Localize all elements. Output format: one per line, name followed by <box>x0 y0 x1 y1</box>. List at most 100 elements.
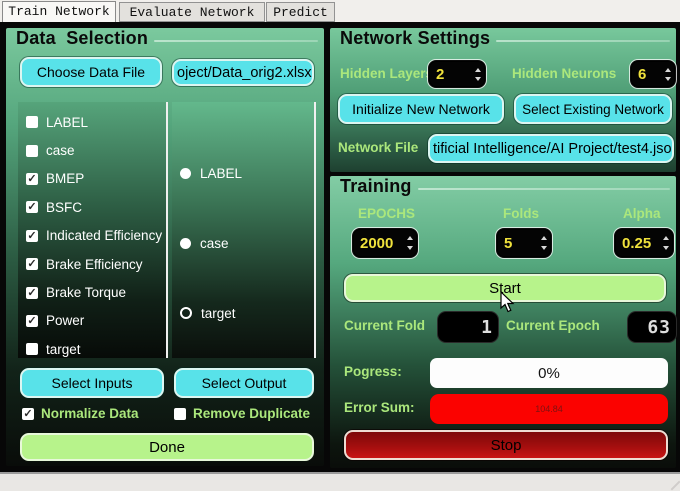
alpha-value: 0.25 <box>622 234 652 252</box>
spinner-arrows-icon[interactable] <box>471 61 485 87</box>
spinner-arrows-icon[interactable] <box>659 229 673 257</box>
input-item-label: BMEP <box>46 171 85 187</box>
select-inputs-button[interactable]: Select Inputs <box>20 368 164 398</box>
hidden-layers-spinbox[interactable]: 2 <box>428 60 486 88</box>
output-list-item[interactable]: target <box>172 278 314 348</box>
alpha-spinbox[interactable]: 0.25 <box>614 228 674 258</box>
epochs-spinbox[interactable]: 2000 <box>352 228 418 258</box>
checkbox-icon[interactable] <box>26 144 38 157</box>
input-item-label: Indicated Efficiency <box>46 228 163 244</box>
data-selection-panel: Data Selection Choose Data File oject/Da… <box>6 28 324 466</box>
mouse-cursor-icon <box>500 291 515 313</box>
remove-duplicate-label: Remove Duplicate <box>193 406 311 421</box>
folds-spinbox[interactable]: 5 <box>496 228 552 258</box>
hidden-neurons-label: Hidden Neurons <box>512 66 617 81</box>
training-panel: Training EPOCHS Folds Alpha 2000 5 0.25 … <box>330 176 676 468</box>
epochs-value: 2000 <box>360 234 394 252</box>
initialize-new-network-button[interactable]: Initialize New Network <box>338 94 504 124</box>
remove-duplicate-checkbox[interactable]: Remove Duplicate <box>174 406 310 421</box>
title-rule <box>154 39 318 42</box>
checkbox-icon[interactable]: ✓ <box>26 314 38 327</box>
input-list[interactable]: LABEL case ✓ BMEP ✓ BSFC ✓ Indicated Efficiency… <box>18 102 168 358</box>
input-item-label: target <box>46 341 81 357</box>
network-settings-panel: Network Settings Hidden Layers 2 Hidden … <box>330 28 676 172</box>
stop-button[interactable]: Stop <box>344 430 668 460</box>
choose-data-file-button[interactable]: Choose Data File <box>20 57 162 87</box>
select-output-button[interactable]: Select Output <box>174 368 314 398</box>
output-item-label: case <box>200 235 229 251</box>
data-selection-title: Data Selection <box>16 28 318 49</box>
spinner-arrows-icon[interactable] <box>403 229 417 257</box>
output-list-item[interactable]: LABEL <box>172 138 314 208</box>
checkbox-icon[interactable]: ✓ <box>26 229 38 242</box>
checkbox-icon[interactable] <box>26 343 38 356</box>
input-list-item[interactable]: target <box>18 335 166 363</box>
network-settings-title-text: Network Settings <box>340 28 491 48</box>
radio-icon[interactable] <box>180 307 192 319</box>
input-list-item[interactable]: ✓ BMEP <box>18 165 166 193</box>
tab-bar: Train Network Evaluate Network Predict <box>0 0 680 22</box>
training-title-text: Training <box>340 176 412 196</box>
radio-icon[interactable] <box>180 237 191 249</box>
network-file-label: Network File <box>338 140 419 155</box>
resize-grip-icon <box>663 473 680 491</box>
input-list-item[interactable]: ✓ Brake Efficiency <box>18 250 166 278</box>
hidden-neurons-spinbox[interactable]: 6 <box>630 60 676 88</box>
output-list[interactable]: LABEL case target <box>172 102 316 358</box>
input-list-item[interactable]: ✓ Power <box>18 307 166 335</box>
network-file-field[interactable]: tificial Intelligence/AI Project/test4.j… <box>428 134 674 163</box>
output-item-label: target <box>201 305 236 321</box>
select-existing-network-button[interactable]: Select Existing Network <box>514 94 672 124</box>
folds-value: 5 <box>504 234 513 252</box>
hidden-layers-label: Hidden Layers <box>340 66 434 81</box>
input-list-item[interactable]: ✓ Brake Torque <box>18 278 166 306</box>
title-rule <box>417 187 670 190</box>
progress-label: Pogress: <box>344 364 402 379</box>
done-button[interactable]: Done <box>20 433 314 461</box>
tab-predict[interactable]: Predict <box>266 2 335 22</box>
input-list-item[interactable]: LABEL <box>18 108 166 136</box>
alpha-label: Alpha <box>623 206 661 221</box>
input-list-item[interactable]: ✓ Indicated Efficiency <box>18 222 166 250</box>
checkbox-icon[interactable] <box>174 407 186 420</box>
checkbox-icon[interactable]: ✓ <box>26 286 38 299</box>
hidden-neurons-value: 6 <box>638 65 647 83</box>
tab-evaluate-network[interactable]: Evaluate Network <box>119 2 265 22</box>
checkbox-icon[interactable]: ✓ <box>26 201 38 214</box>
main-area: Data Selection Choose Data File oject/Da… <box>0 22 680 474</box>
output-item-label: LABEL <box>200 165 243 181</box>
input-item-label: Brake Torque <box>46 285 127 301</box>
progress-bar: 0% <box>430 358 668 388</box>
current-fold-display: 1 <box>438 312 498 342</box>
title-rule <box>496 39 670 42</box>
data-selection-title-text: Data Selection <box>16 28 149 48</box>
input-item-label: Power <box>46 313 85 329</box>
checkbox-icon[interactable] <box>26 116 38 129</box>
hidden-layers-value: 2 <box>436 65 445 83</box>
output-list-item[interactable]: case <box>172 208 314 278</box>
input-item-label: Brake Efficiency <box>46 256 143 272</box>
input-item-label: BSFC <box>46 199 83 215</box>
normalize-data-label: Normalize Data <box>41 406 139 421</box>
spinner-arrows-icon[interactable] <box>661 61 675 87</box>
input-list-item[interactable]: case <box>18 136 166 164</box>
normalize-data-checkbox[interactable]: ✓ Normalize Data <box>22 406 139 421</box>
current-fold-label: Current Fold <box>344 318 425 333</box>
input-item-label: case <box>46 143 75 159</box>
tab-train-network[interactable]: Train Network <box>2 1 116 22</box>
checkbox-icon[interactable]: ✓ <box>22 407 34 420</box>
error-sum-bar: 104.84 <box>430 394 668 424</box>
current-epoch-label: Current Epoch <box>506 318 600 333</box>
training-title: Training <box>340 176 670 197</box>
checkbox-icon[interactable]: ✓ <box>26 172 38 185</box>
error-sum-label: Error Sum: <box>344 400 415 415</box>
input-list-item[interactable]: ✓ BSFC <box>18 193 166 221</box>
spinner-arrows-icon[interactable] <box>537 229 551 257</box>
current-epoch-display: 63 <box>628 312 676 342</box>
epochs-label: EPOCHS <box>358 206 416 221</box>
radio-icon[interactable] <box>180 167 191 179</box>
input-item-label: LABEL <box>46 114 89 130</box>
checkbox-icon[interactable]: ✓ <box>26 258 38 271</box>
data-file-path-field[interactable]: oject/Data_orig2.xlsx <box>172 59 314 86</box>
network-settings-title: Network Settings <box>340 28 670 49</box>
